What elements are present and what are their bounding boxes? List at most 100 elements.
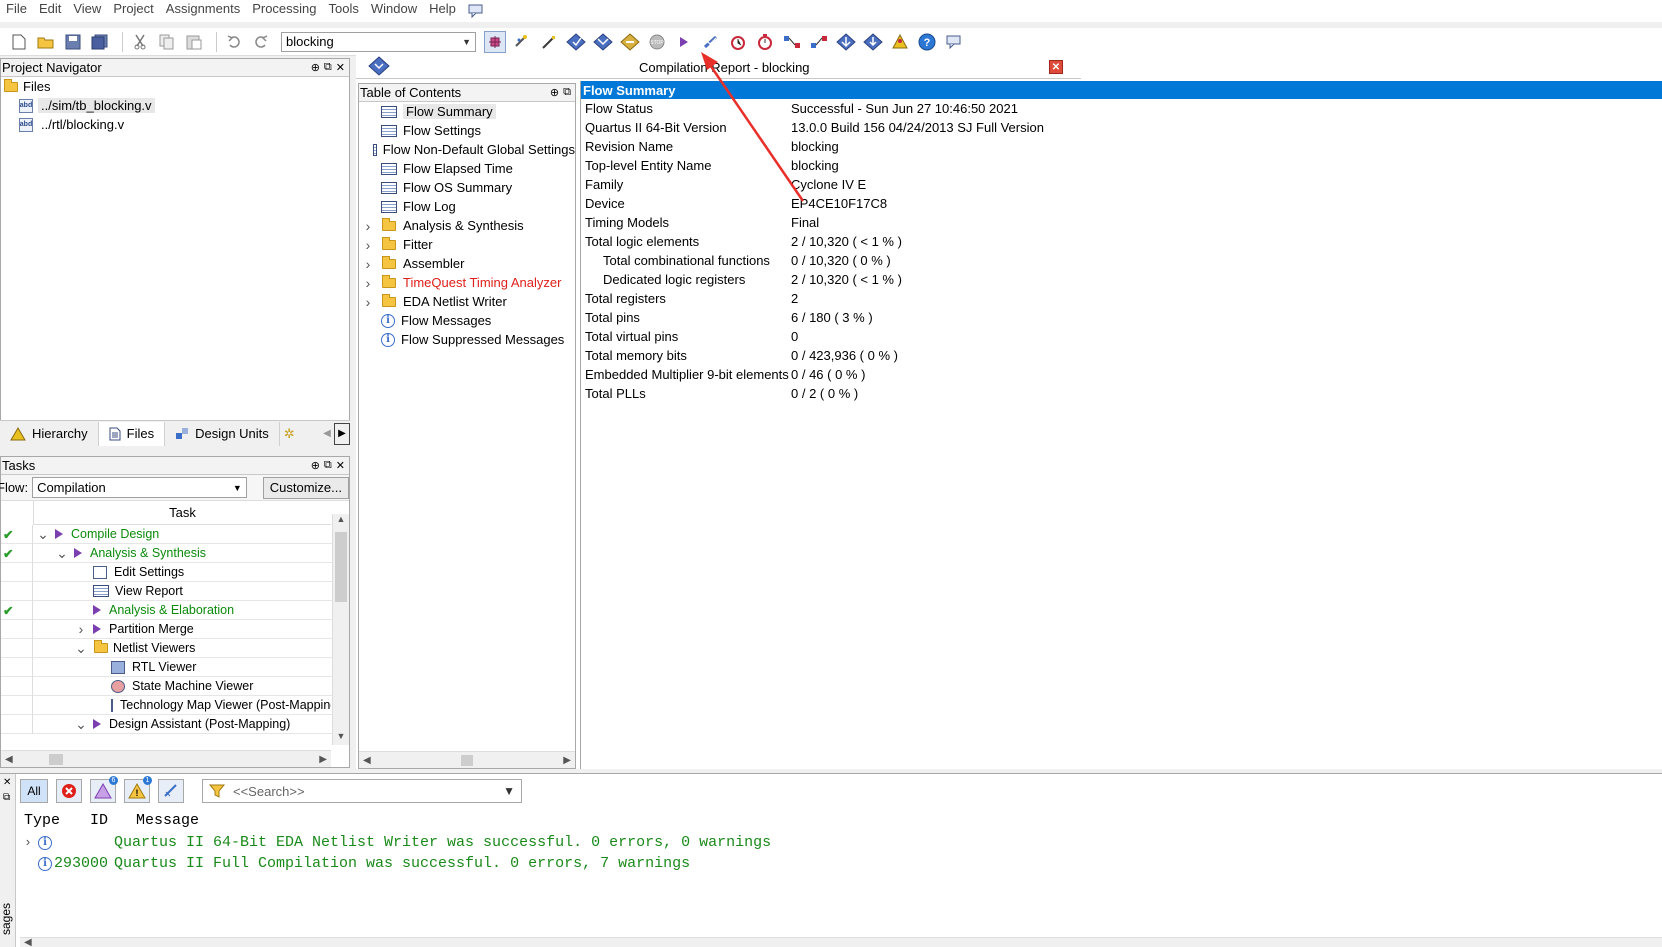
analysis-elaboration-icon[interactable]	[700, 31, 722, 53]
copy-icon[interactable]	[156, 31, 178, 53]
menu-edit[interactable]: Edit	[35, 0, 69, 22]
menu-tools[interactable]: Tools	[325, 0, 367, 22]
toc-item[interactable]: › EDA Netlist Writer	[359, 292, 575, 311]
pin-planner-icon[interactable]	[511, 31, 533, 53]
menu-window[interactable]: Window	[367, 0, 425, 22]
toc-item[interactable]: i Flow Suppressed Messages	[359, 330, 575, 349]
toc-item[interactable]: Flow Non-Default Global Settings	[359, 140, 575, 159]
paste-icon[interactable]	[183, 31, 205, 53]
tab-scroll-left[interactable]: ◀	[320, 423, 334, 445]
chevron-right-icon[interactable]: ›	[363, 256, 373, 272]
menu-view[interactable]: View	[69, 0, 109, 22]
scroll-right-icon[interactable]: ▶	[563, 755, 571, 766]
pin-icon[interactable]: ⊕	[550, 86, 559, 99]
close-icon[interactable]: ✕	[3, 777, 11, 788]
toc-item[interactable]: i Flow Messages	[359, 311, 575, 330]
undo-icon[interactable]	[223, 31, 245, 53]
start-compilation-icon[interactable]	[673, 31, 695, 53]
chevron-right-icon[interactable]: ›	[24, 835, 38, 850]
toc-item[interactable]: Flow Summary	[359, 102, 575, 121]
stop-icon[interactable]: STOP	[646, 31, 668, 53]
summary-row[interactable]: Top-level Entity Name blocking	[581, 156, 1662, 175]
scroll-right-icon[interactable]: ▶	[319, 754, 327, 765]
save-all-icon[interactable]	[89, 31, 111, 53]
tab-overflow[interactable]: ✲	[280, 422, 299, 446]
messages-horizontal-scrollbar[interactable]: ◀	[20, 937, 1662, 947]
filter-warning-button[interactable]: ! 1	[124, 776, 152, 803]
summary-row[interactable]: Total registers 2	[581, 289, 1662, 308]
toc-item[interactable]: Flow Elapsed Time	[359, 159, 575, 178]
customize-button[interactable]: Customize...	[262, 476, 349, 499]
close-icon[interactable]: ✕	[336, 61, 345, 74]
toc-item[interactable]: Flow Log	[359, 197, 575, 216]
task-row[interactable]: Edit Settings	[1, 562, 349, 582]
float-icon[interactable]: ⧉	[563, 86, 571, 99]
summary-row[interactable]: Embedded Multiplier 9-bit elements 0 / 46…	[581, 365, 1662, 384]
task-row[interactable]: ✔ ⌄ Analysis & Synthesis	[1, 543, 349, 563]
menu-project[interactable]: Project	[109, 0, 161, 22]
help-icon[interactable]: ?	[916, 31, 938, 53]
pin-icon[interactable]: ⊕	[311, 459, 320, 472]
summary-row[interactable]: Total virtual pins 0	[581, 327, 1662, 346]
files-root[interactable]: Files	[1, 77, 349, 96]
summary-row[interactable]: Revision Name blocking	[581, 137, 1662, 156]
assembler-icon[interactable]	[619, 31, 641, 53]
col-message[interactable]: Message	[136, 812, 199, 829]
timequest-icon[interactable]	[754, 31, 776, 53]
task-row[interactable]: ⌄ Netlist Viewers	[1, 638, 349, 658]
scroll-left-icon[interactable]: ◀	[5, 754, 13, 765]
download-icon[interactable]	[862, 31, 884, 53]
menu-file[interactable]: File	[2, 0, 35, 22]
scroll-thumb[interactable]	[49, 753, 63, 765]
tab-scroll-right[interactable]: ▶	[334, 422, 350, 445]
scroll-left-icon[interactable]: ◀	[24, 937, 32, 947]
scroll-left-icon[interactable]: ◀	[363, 755, 371, 766]
filter-info-button[interactable]	[158, 779, 184, 803]
chevron-right-icon[interactable]: ›	[363, 237, 373, 253]
toc-item[interactable]: Flow OS Summary	[359, 178, 575, 197]
summary-row[interactable]: Quartus II 64-Bit Version 13.0.0 Build 15…	[581, 118, 1662, 137]
float-icon[interactable]: ⧉	[324, 459, 332, 472]
toc-item[interactable]: › Analysis & Synthesis	[359, 216, 575, 235]
task-row[interactable]: View Report	[1, 581, 349, 601]
fitter-icon[interactable]	[592, 31, 614, 53]
filter-critical-warning-button[interactable]: 6	[90, 776, 118, 803]
timing-analyzer-icon[interactable]	[727, 31, 749, 53]
menu-assignments[interactable]: Assignments	[162, 0, 248, 22]
tab-files[interactable]: Files	[98, 421, 166, 446]
assignment-editor-icon[interactable]	[538, 31, 560, 53]
toc-item[interactable]: › Fitter	[359, 235, 575, 254]
message-row[interactable]: › i Quartus II 64-Bit EDA Netlist Writer w…	[24, 834, 771, 851]
chevron-right-icon[interactable]: ›	[363, 294, 373, 310]
summary-row[interactable]: Total pins 6 / 180 ( 3 % )	[581, 308, 1662, 327]
task-row[interactable]: RTL Viewer	[1, 657, 349, 677]
chevron-down-icon[interactable]: ⌄	[37, 526, 49, 543]
save-icon[interactable]	[62, 31, 84, 53]
summary-row[interactable]: Dedicated logic registers 2 / 10,320 ( < …	[581, 270, 1662, 289]
scroll-up-icon[interactable]: ▲	[333, 514, 349, 528]
col-type[interactable]: Type	[24, 812, 90, 829]
close-report-icon[interactable]: ✕	[1049, 60, 1063, 74]
cut-icon[interactable]	[129, 31, 151, 53]
summary-row[interactable]: Total logic elements 2 / 10,320 ( < 1 % )	[581, 232, 1662, 251]
task-row[interactable]: State Machine Viewer	[1, 676, 349, 696]
task-row[interactable]: ⌄ Design Assistant (Post-Mapping)	[1, 714, 349, 734]
message-row[interactable]: i 293000 Quartus II Full Compilation was s…	[24, 855, 690, 872]
tasks-vertical-scrollbar[interactable]: ▲ ▼	[332, 514, 349, 745]
float-icon[interactable]: ⧉	[324, 61, 332, 74]
scroll-thumb[interactable]	[335, 532, 347, 602]
chip-editor-icon[interactable]	[889, 31, 911, 53]
summary-row[interactable]: Timing Models Final	[581, 213, 1662, 232]
task-row[interactable]: › Partition Merge	[1, 619, 349, 639]
tasks-horizontal-scrollbar[interactable]: ◀ ▶	[1, 750, 331, 767]
open-folder-icon[interactable]	[35, 31, 57, 53]
toc-item[interactable]: Flow Settings	[359, 121, 575, 140]
toc-item[interactable]: › TimeQuest Timing Analyzer	[359, 273, 575, 292]
task-column-header[interactable]: Task	[33, 501, 331, 525]
chevron-down-icon[interactable]: ⌄	[75, 716, 87, 733]
feedback-icon[interactable]	[943, 31, 965, 53]
redo-icon[interactable]	[250, 31, 272, 53]
toc-horizontal-scrollbar[interactable]: ◀ ▶	[359, 751, 575, 768]
summary-row[interactable]: Total combinational functions 0 / 10,320 …	[581, 251, 1662, 270]
revision-select[interactable]: blocking ▼	[281, 31, 476, 52]
